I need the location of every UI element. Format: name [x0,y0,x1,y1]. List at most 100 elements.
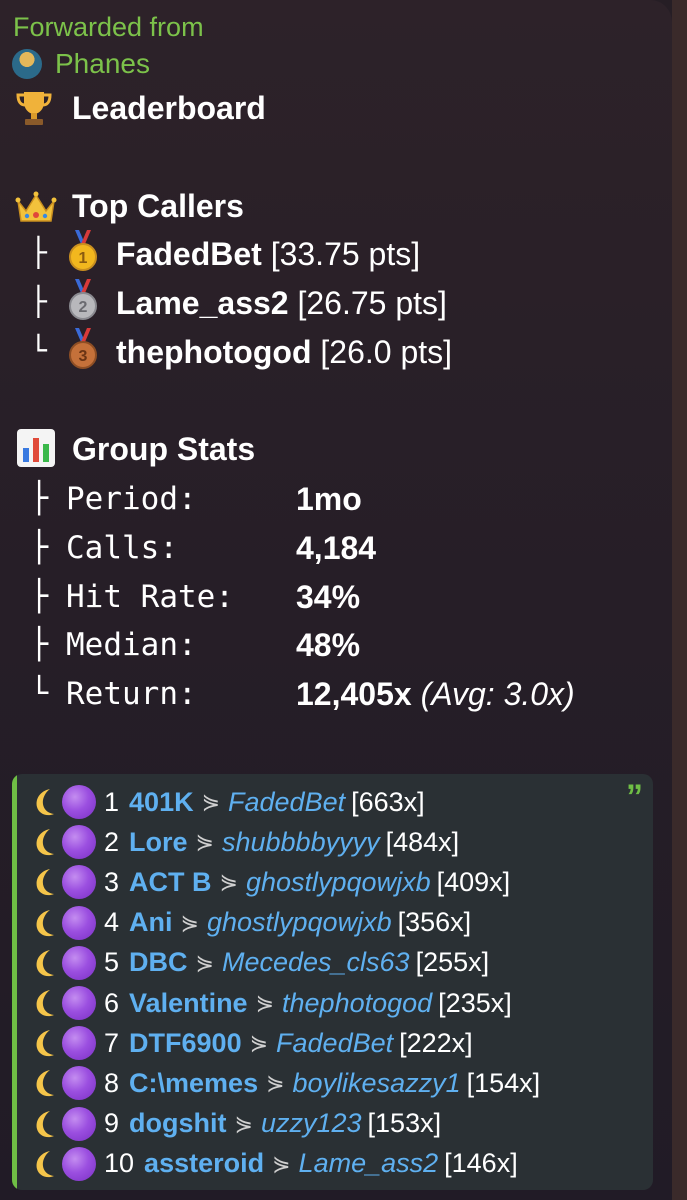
tree-branch: ├ [30,627,49,662]
return-value: 12,405x [296,676,412,712]
caller-name: thephotogod [116,334,312,370]
user-link[interactable]: FadedBet [228,787,345,818]
token-link[interactable]: dogshit [129,1108,226,1139]
purple-circle-icon [62,1026,96,1061]
tree-branch: ├ [30,236,47,269]
stat-value-return: 12,405x (Avg: 3.0x) [296,676,575,713]
token-link[interactable]: Ani [129,907,173,938]
caller-name: FadedBet [116,236,262,272]
crescent-moon-icon [36,1070,54,1097]
list-item: 10 assteroid ⋟ Lame_ass2 [146x] [32,1144,518,1184]
rank-number: 8 [104,1067,120,1098]
return-multiplier: [153x] [367,1108,442,1139]
token-link[interactable]: assteroid [144,1148,264,1179]
stat-value-median: 48% [296,627,361,663]
user-link[interactable]: ghostlypqowjxb [207,907,392,938]
quote-accent-bar [12,774,17,1190]
rank-number: 6 [104,987,120,1018]
svg-text:1: 1 [79,250,88,267]
crown-icon [15,191,57,222]
return-average: (Avg: 3.0x) [420,676,575,712]
group-stats-title: Group Stats [72,431,256,467]
caller-points: [26.0 pts] [320,334,453,370]
stat-label-hit-rate: Hit Rate: [66,579,234,615]
tree-branch: ├ [30,530,49,565]
return-multiplier: [222x] [399,1027,473,1058]
arrow-separator: ⋟ [201,789,221,814]
forwarded-label: Forwarded from [13,12,204,42]
arrow-separator: ⋟ [195,949,214,975]
arrow-separator: ⋟ [249,1030,269,1056]
stat-label-period: Period: [66,481,197,517]
purple-circle-icon [62,1066,96,1101]
arrow-separator: ⋟ [266,1070,285,1096]
trophy-icon [16,92,52,125]
crescent-moon-icon [36,1030,54,1057]
return-multiplier: [154x] [466,1067,541,1098]
token-link[interactable]: Lore [129,827,188,858]
rank-number: 9 [104,1108,120,1139]
list-item: 9 dogshit ⋟ uzzy123 [153x] [32,1104,441,1144]
crescent-moon-icon [36,990,54,1017]
token-link[interactable]: DBC [129,947,188,978]
crescent-moon-icon [36,949,54,976]
tree-branch: ├ [30,285,47,318]
quote-block[interactable]: ” 1 401K ⋟ FadedBet [663x] 2 Lore ⋟ shub… [12,774,653,1190]
list-item: 2 Lore ⋟ shubbbbyyyy [484x] [32,822,459,862]
purple-circle-icon [62,905,96,940]
user-link[interactable]: Mecedes_cls63 [222,947,410,978]
list-item: 3 ACT B ⋟ ghostlypqowjxb [409x] [32,862,510,902]
forwarded-avatar[interactable] [12,49,42,79]
purple-circle-icon [62,865,96,900]
caller-row-2: Lame_ass2 [26.75 pts] [116,285,447,322]
stat-value-period: 1mo [296,481,362,517]
bar-chart-icon [17,429,55,467]
crescent-moon-icon [36,1150,54,1177]
purple-circle-icon [62,1146,96,1181]
purple-circle-icon [62,825,96,860]
list-item: 1 401K ⋟ FadedBet [663x] [32,782,425,822]
svg-text:2: 2 [79,299,88,316]
rank-number: 3 [104,866,120,897]
chat-background-edge [672,0,687,1200]
return-multiplier: [409x] [436,866,511,897]
rank-number: 1 [104,786,120,817]
crescent-moon-icon [36,869,54,896]
stat-value-calls: 4,184 [296,530,377,566]
stat-label-return: Return: [66,676,197,712]
arrow-separator: ⋟ [219,869,238,895]
arrow-separator: ⋟ [180,909,199,935]
bronze-medal-icon: 3 [69,328,97,369]
stat-label-median: Median: [66,627,197,663]
caller-row-1: FadedBet [33.75 pts] [116,236,420,273]
forwarded-source-name[interactable]: Phanes [55,48,150,80]
quote-icon: ” [626,778,643,816]
token-link[interactable]: ACT B [129,867,212,898]
user-link[interactable]: ghostlypqowjxb [246,867,431,898]
rank-number: 4 [104,907,120,938]
tree-branch: ├ [30,579,49,614]
silver-medal-icon: 2 [69,279,97,320]
token-link[interactable]: Valentine [129,988,248,1019]
caller-name: Lame_ass2 [116,285,289,321]
crescent-moon-icon [36,1110,54,1137]
list-item: 6 Valentine ⋟ thephotogod [235x] [32,983,512,1023]
caller-row-3: thephotogod [26.0 pts] [116,334,452,371]
token-link[interactable]: 401K [129,787,194,818]
purple-circle-icon [62,986,96,1020]
return-multiplier: [235x] [438,987,512,1018]
stat-value-hit-rate: 34% [296,579,361,615]
arrow-separator: ⋟ [255,990,275,1015]
user-link[interactable]: shubbbbyyyy [222,827,380,858]
stat-label-calls: Calls: [66,530,178,566]
crescent-moon-icon [36,789,54,816]
user-link[interactable]: thephotogod [282,988,432,1019]
token-link[interactable]: C:\memes [129,1068,258,1099]
user-link[interactable]: Lame_ass2 [299,1148,439,1179]
purple-circle-icon [62,1106,96,1141]
user-link[interactable]: boylikesazzy1 [293,1068,461,1099]
user-link[interactable]: uzzy123 [261,1108,362,1139]
arrow-separator: ⋟ [195,829,214,855]
user-link[interactable]: FadedBet [276,1028,393,1059]
token-link[interactable]: DTF6900 [129,1028,242,1059]
